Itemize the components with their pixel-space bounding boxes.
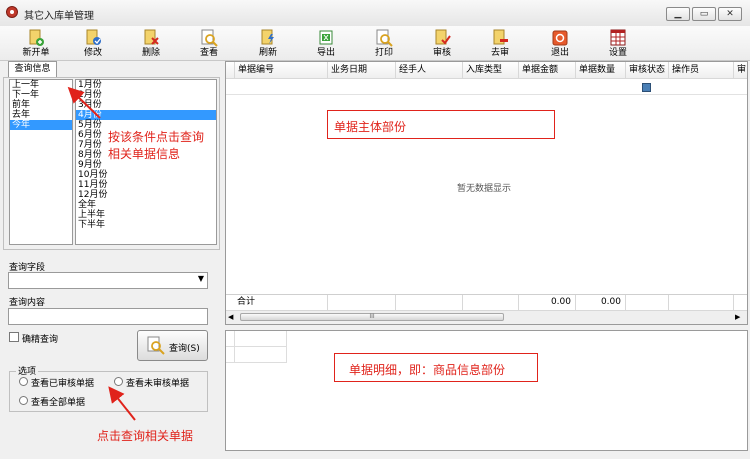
minimize-button[interactable]: ▁: [666, 7, 690, 21]
year-list[interactable]: 上一年 下一年 前年 去年 今年: [9, 79, 73, 245]
column-header[interactable]: 单据金额: [519, 62, 576, 79]
column-header[interactable]: 操作员: [669, 62, 734, 79]
print-button[interactable]: 打印: [361, 26, 407, 60]
column-header[interactable]: 审核状态: [626, 62, 669, 79]
detail-grid[interactable]: [225, 330, 748, 451]
detail-section-annotation: 单据明细，即：商品信息部份: [334, 353, 538, 382]
exit-button[interactable]: 退出: [537, 26, 583, 60]
column-header[interactable]: 审: [734, 62, 747, 79]
approve-status-checkbox[interactable]: [642, 83, 651, 92]
query-content-input[interactable]: [8, 308, 208, 325]
new-order-button[interactable]: 新开单: [13, 26, 59, 60]
toolbar: 新开单 修改 删除 查看 刷新 导出 打印 审核 去审 退出 设置: [0, 26, 750, 61]
search-icon: [147, 336, 165, 355]
title-bar: 其它入库单管理 ▁ ▭ ✕: [0, 0, 750, 27]
maximize-button[interactable]: ▭: [692, 7, 716, 21]
column-header[interactable]: 单据编号: [235, 62, 328, 79]
column-header[interactable]: 业务日期: [328, 62, 396, 79]
column-header[interactable]: 单据数量: [576, 62, 626, 79]
refresh-button[interactable]: 刷新: [245, 26, 291, 60]
footer-total-qty: 0.00: [576, 295, 626, 310]
exit-icon: [552, 30, 568, 46]
list-item[interactable]: 全年: [76, 200, 216, 210]
exact-query-checkbox[interactable]: [9, 332, 19, 342]
new-doc-icon: [29, 29, 44, 46]
list-item-selected[interactable]: 今年: [10, 120, 72, 130]
settings-icon: [610, 29, 626, 46]
filter-row[interactable]: [226, 79, 747, 95]
list-item[interactable]: 去年: [10, 110, 72, 120]
search-button[interactable]: 查询(S): [137, 330, 208, 361]
approve-icon: [435, 29, 451, 45]
footer-total-label: 合计: [235, 295, 328, 310]
main-section-label: 单据主体部份: [334, 120, 407, 134]
chevron-down-icon[interactable]: ▼: [198, 274, 204, 283]
view-button[interactable]: 查看: [186, 26, 232, 60]
radio-all-label: 查看全部单据: [31, 398, 86, 408]
main-section-annotation: 单据主体部份: [327, 110, 555, 139]
column-header[interactable]: 经手人: [396, 62, 463, 79]
query-hint-line1: 按该条件点击查询: [108, 130, 205, 144]
exact-query-label: 确精查询: [22, 335, 59, 345]
search-button-label: 查询(S): [169, 344, 200, 354]
print-icon: [376, 29, 393, 47]
query-hint-line2: 相关单据信息: [108, 147, 181, 161]
radio-unapproved[interactable]: [114, 377, 123, 386]
query-field-select[interactable]: ▼: [8, 272, 208, 289]
list-item[interactable]: 上一年: [10, 80, 72, 90]
app-icon: [6, 6, 18, 18]
detail-section-label: 单据明细，即：商品信息部份: [349, 363, 506, 377]
window-title: 其它入库单管理: [24, 11, 94, 22]
scroll-thumb[interactable]: III: [240, 313, 504, 321]
tab-query-info[interactable]: 查询信息: [8, 61, 57, 78]
list-item[interactable]: 2月份: [76, 90, 216, 100]
query-content-label: 查询内容: [9, 298, 46, 308]
export-icon: [319, 30, 333, 45]
list-item[interactable]: 前年: [10, 100, 72, 110]
list-item[interactable]: 下半年: [76, 220, 216, 230]
list-item[interactable]: 下一年: [10, 90, 72, 100]
delete-icon: [144, 29, 159, 45]
radio-all[interactable]: [19, 396, 28, 405]
scroll-right-icon[interactable]: ▶: [735, 313, 740, 321]
option-hint: 点击查询相关单据: [97, 429, 194, 443]
refresh-icon: [261, 29, 274, 45]
column-header[interactable]: 入库类型: [463, 62, 519, 79]
horizontal-scrollbar[interactable]: ◀ III ▶: [226, 310, 747, 324]
list-item[interactable]: 3月份: [76, 100, 216, 110]
unapprove-button[interactable]: 去审: [477, 26, 523, 60]
empty-message: 暂无数据显示: [457, 184, 512, 194]
export-button[interactable]: 导出: [303, 26, 349, 60]
radio-approved[interactable]: [19, 377, 28, 386]
delete-button[interactable]: 删除: [128, 26, 174, 60]
scroll-left-icon[interactable]: ◀: [228, 313, 233, 321]
radio-unapproved-label: 查看未审核单据: [126, 379, 190, 389]
list-item[interactable]: 12月份: [76, 190, 216, 200]
approve-button[interactable]: 审核: [419, 26, 465, 60]
close-button[interactable]: ✕: [718, 7, 742, 21]
list-item-selected[interactable]: 4月份: [76, 110, 216, 120]
list-item[interactable]: 11月份: [76, 180, 216, 190]
main-grid[interactable]: 单据编号 业务日期 经手人 入库类型 单据金额 单据数量 审核状态 操作员 审 …: [225, 61, 748, 325]
edit-button[interactable]: 修改: [70, 26, 116, 60]
row-header-corner: [226, 62, 235, 79]
edit-icon: [86, 29, 101, 45]
grid-footer: 合计 0.00 0.00: [226, 294, 747, 310]
footer-total-amount: 0.00: [519, 295, 576, 310]
month-list[interactable]: 1月份 2月份 3月份 4月份 5月份 6月份 7月份 8月份 9月份 10月份…: [75, 79, 217, 245]
view-icon: [201, 29, 218, 47]
unapprove-icon: [493, 29, 508, 45]
list-item[interactable]: 10月份: [76, 170, 216, 180]
list-item[interactable]: 上半年: [76, 210, 216, 220]
radio-approved-label: 查看已审核单据: [31, 379, 95, 389]
settings-button[interactable]: 设置: [595, 26, 641, 60]
list-item[interactable]: 1月份: [76, 80, 216, 90]
